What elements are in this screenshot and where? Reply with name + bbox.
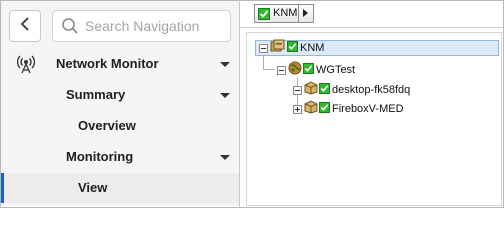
device-label: KNM — [273, 7, 298, 19]
chevron-right-icon[interactable] — [303, 9, 308, 17]
status-ok-icon — [303, 61, 314, 79]
chevron-left-icon — [20, 16, 30, 36]
sidebar-item-label: View — [78, 180, 108, 195]
button-separator — [298, 5, 299, 22]
tree-connector — [263, 55, 264, 69]
device-selector-button[interactable]: KNM — [254, 4, 314, 23]
sidebar-item-label: Network Monitor — [56, 56, 159, 71]
toolbar-divider — [240, 27, 504, 28]
device-box-icon — [304, 99, 318, 119]
collapse-toggle[interactable] — [259, 43, 268, 53]
search-icon — [61, 17, 79, 40]
sidebar-item-view[interactable]: View — [1, 173, 239, 203]
collapse-toggle[interactable] — [277, 65, 286, 75]
device-tree: KNM WGTest desktop-fk58fdq FireboxV-MED — [246, 32, 502, 206]
sidebar-divider — [239, 0, 240, 208]
tree-connector — [263, 69, 275, 70]
sidebar-item-label: Monitoring — [66, 149, 134, 164]
chevron-down-icon[interactable] — [220, 62, 230, 67]
tree-node-label: desktop-fk58fdq — [332, 84, 411, 96]
device-group-icon — [270, 39, 286, 58]
status-ok-icon — [287, 39, 298, 57]
tree-node-wgtest[interactable]: WGTest — [277, 61, 356, 80]
sidebar-item-label: Summary — [66, 87, 126, 102]
status-ok-icon — [319, 100, 330, 118]
tree-node-label: WGTest — [316, 64, 356, 76]
expand-toggle[interactable] — [293, 104, 302, 114]
globe-icon — [288, 61, 302, 80]
status-ok-icon — [258, 7, 270, 25]
sidebar-item-summary[interactable]: Summary — [1, 80, 239, 110]
chevron-down-icon[interactable] — [220, 93, 230, 98]
sidebar: Network Monitor Summary Overview Monitor… — [1, 1, 239, 206]
sidebar-item-monitoring[interactable]: Monitoring — [1, 142, 239, 172]
search-box[interactable] — [52, 10, 231, 42]
sidebar-item-label: Overview — [78, 118, 136, 133]
back-button[interactable] — [9, 10, 41, 42]
tree-node-fireboxv-med[interactable]: FireboxV-MED — [293, 99, 404, 119]
collapse-toggle[interactable] — [293, 85, 302, 95]
tree-node-desktop-fk58fdq[interactable]: desktop-fk58fdq — [293, 80, 411, 100]
sidebar-item-network-monitor[interactable]: Network Monitor — [1, 49, 239, 79]
tree-node-label: FireboxV-MED — [332, 103, 404, 115]
search-input[interactable] — [85, 17, 225, 35]
tree-node-label: KNM — [300, 42, 325, 54]
device-box-icon — [304, 80, 318, 100]
sidebar-item-overview[interactable]: Overview — [1, 111, 239, 141]
chevron-down-icon[interactable] — [220, 155, 230, 160]
tree-node-knm[interactable]: KNM — [255, 39, 499, 58]
active-indicator — [1, 173, 4, 203]
status-ok-icon — [319, 81, 330, 99]
antenna-icon — [16, 54, 36, 79]
